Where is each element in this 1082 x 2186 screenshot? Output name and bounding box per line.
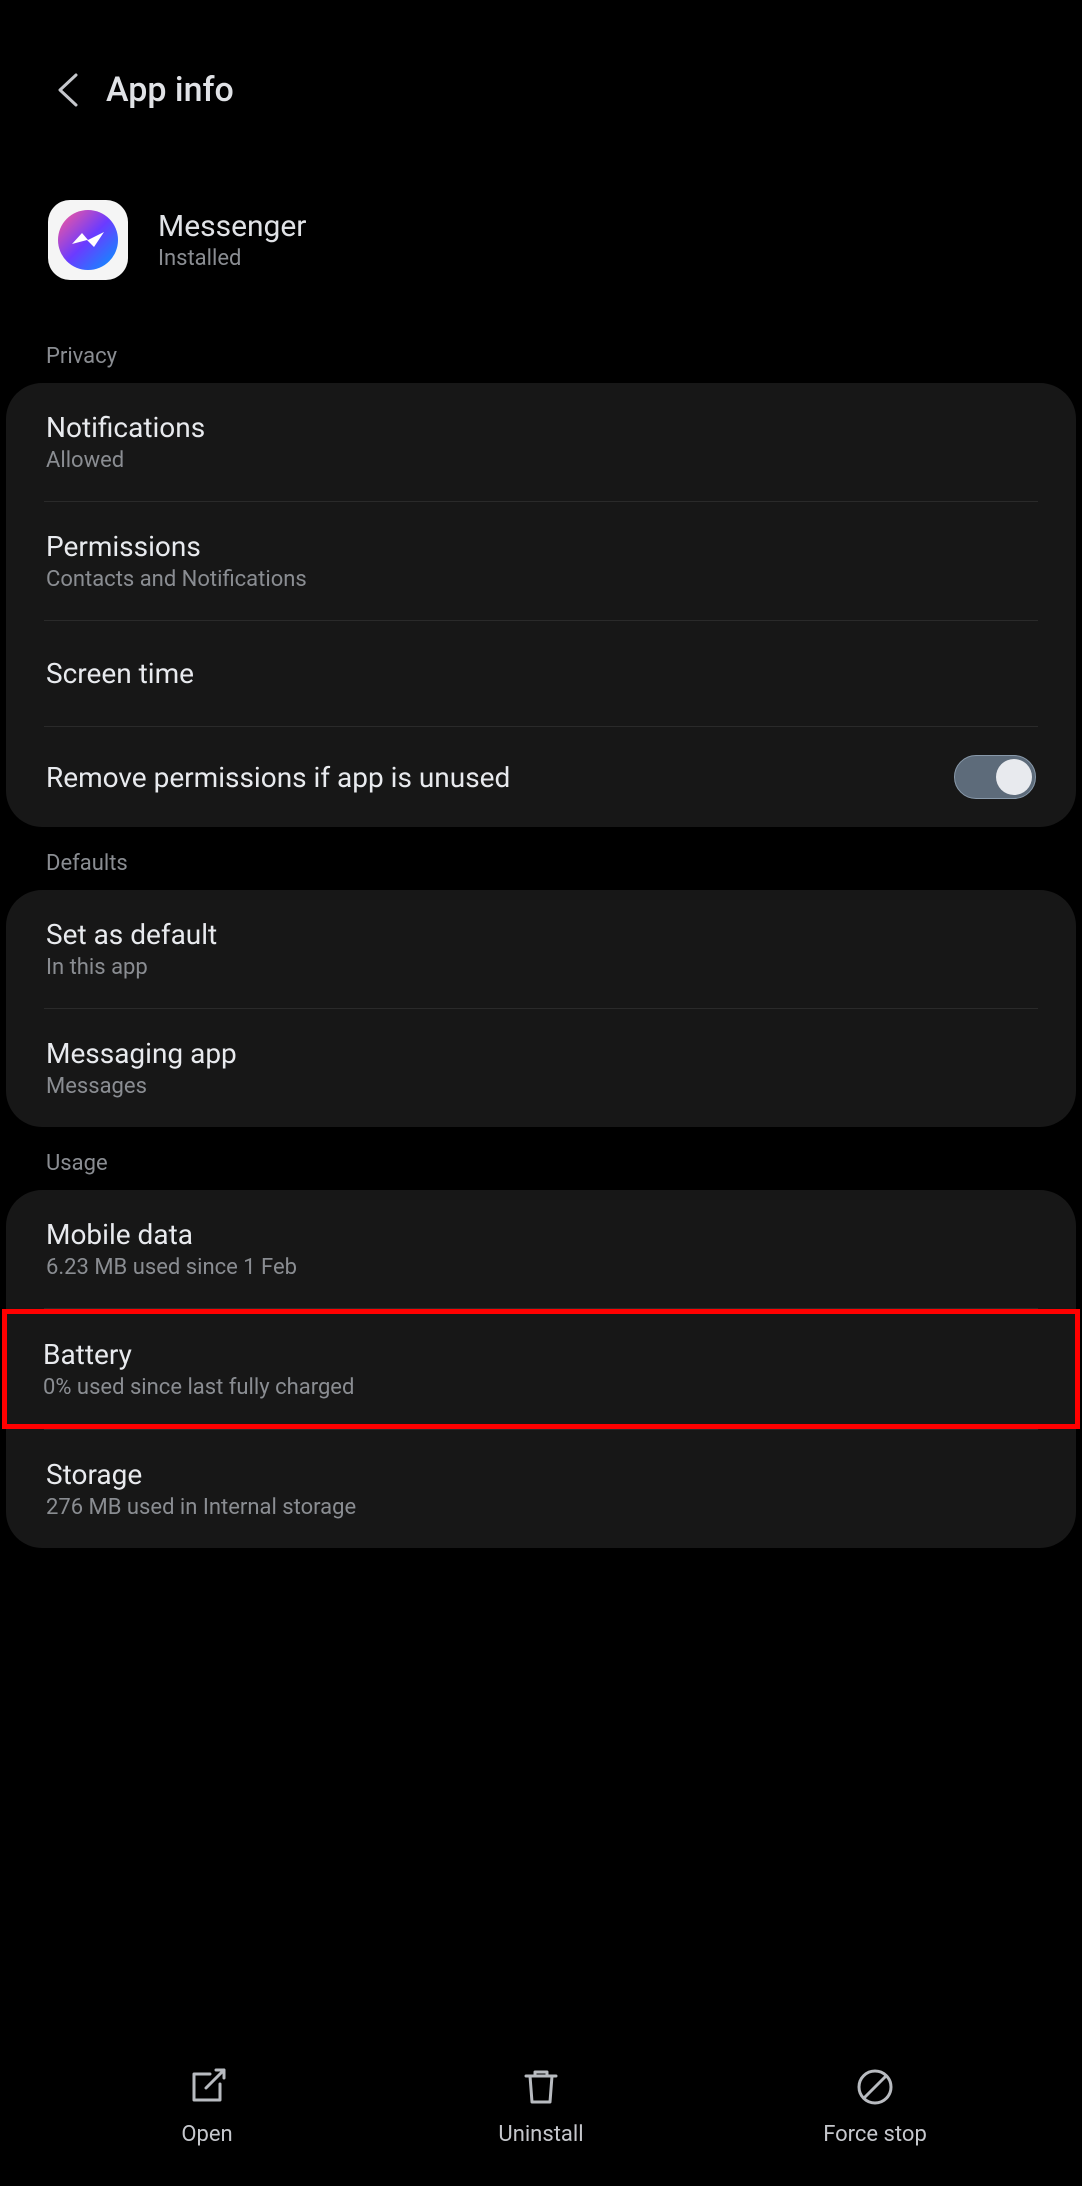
remove-permissions-row[interactable]: Remove permissions if app is unused [6,727,1076,827]
privacy-card: Notifications Allowed Permissions Contac… [6,383,1076,827]
open-label: Open [181,2122,232,2147]
permissions-title: Permissions [46,530,307,563]
toggle-thumb [996,759,1032,795]
screen-time-row[interactable]: Screen time [6,621,1076,726]
app-status: Installed [158,246,306,271]
force-stop-button[interactable]: Force stop [708,2066,1042,2147]
messaging-app-row[interactable]: Messaging app Messages [6,1009,1076,1127]
set-default-row[interactable]: Set as default In this app [6,890,1076,1008]
messaging-app-subtitle: Messages [46,1074,237,1099]
messaging-app-title: Messaging app [46,1037,237,1070]
battery-title: Battery [43,1338,1039,1371]
usage-card: Mobile data 6.23 MB used since 1 Feb Bat… [6,1190,1076,1548]
notifications-subtitle: Allowed [46,448,205,473]
page-title: App info [106,70,234,110]
storage-subtitle: 276 MB used in Internal storage [46,1495,356,1520]
section-label-defaults: Defaults [0,827,1082,890]
mobile-data-subtitle: 6.23 MB used since 1 Feb [46,1255,297,1280]
back-button[interactable] [48,70,88,110]
uninstall-label: Uninstall [498,2122,583,2147]
stop-icon [854,2066,896,2108]
defaults-card: Set as default In this app Messaging app… [6,890,1076,1127]
section-label-privacy: Privacy [0,320,1082,383]
app-icon [48,200,128,280]
back-icon [56,71,80,109]
app-name: Messenger [158,209,306,244]
set-default-title: Set as default [46,918,217,951]
messenger-bolt-icon [70,230,106,250]
notifications-row[interactable]: Notifications Allowed [6,383,1076,501]
notifications-title: Notifications [46,411,205,444]
permissions-subtitle: Contacts and Notifications [46,567,307,592]
mobile-data-title: Mobile data [46,1218,297,1251]
open-button[interactable]: Open [40,2066,374,2147]
set-default-subtitle: In this app [46,955,217,980]
force-stop-label: Force stop [823,2122,927,2147]
storage-row[interactable]: Storage 276 MB used in Internal storage [6,1430,1076,1548]
battery-subtitle: 0% used since last fully charged [43,1375,1039,1400]
storage-title: Storage [46,1458,356,1491]
battery-row[interactable]: Battery 0% used since last fully charged [2,1309,1080,1429]
app-header: Messenger Installed [0,140,1082,320]
mobile-data-row[interactable]: Mobile data 6.23 MB used since 1 Feb [6,1190,1076,1308]
uninstall-button[interactable]: Uninstall [374,2066,708,2147]
section-label-usage: Usage [0,1127,1082,1190]
remove-permissions-title: Remove permissions if app is unused [46,761,510,794]
bottom-bar: Open Uninstall Force stop [0,2026,1082,2186]
trash-icon [520,2066,562,2108]
remove-permissions-toggle[interactable] [954,755,1036,799]
permissions-row[interactable]: Permissions Contacts and Notifications [6,502,1076,620]
screen-time-title: Screen time [46,657,194,690]
open-icon [186,2066,228,2108]
